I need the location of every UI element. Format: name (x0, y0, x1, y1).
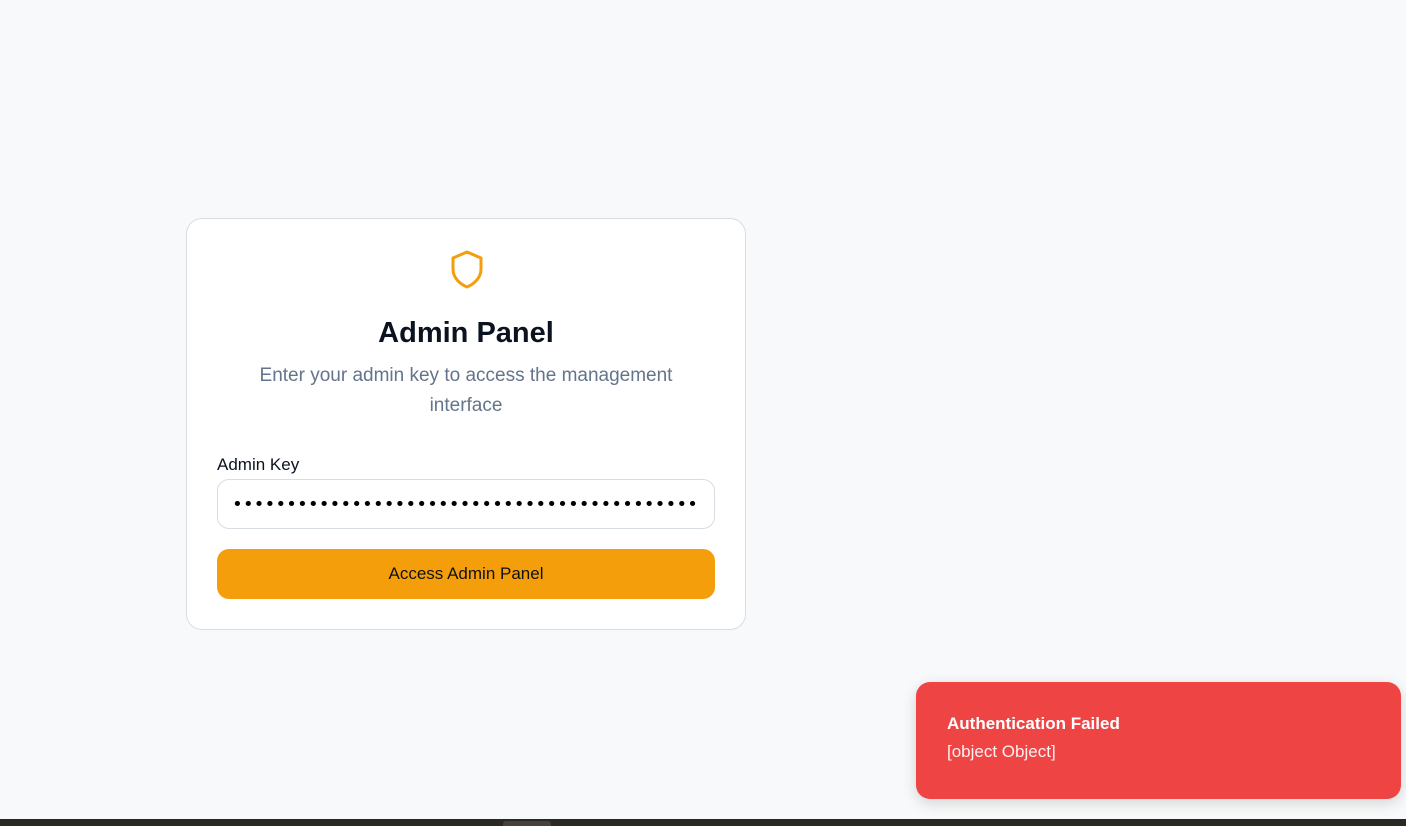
toast-title: Authentication Failed (947, 714, 1120, 733)
toast-message: [object Object] (947, 742, 1056, 761)
shield-icon (449, 249, 485, 289)
admin-login-page: Admin Panel Enter your admin key to acce… (0, 0, 1406, 826)
page-subtitle: Enter your admin key to access the manag… (259, 365, 673, 416)
admin-key-input[interactable]: ••••••••••••••••••••••••••••••••••••••••… (217, 479, 715, 529)
admin-key-masked-value: ••••••••••••••••••••••••••••••••••••••••… (232, 493, 700, 515)
bottom-bar (0, 819, 1406, 826)
error-toast[interactable]: Authentication Failed [object Object] (916, 682, 1401, 799)
bottom-handle (503, 821, 551, 826)
admin-key-label: Admin Key (217, 455, 300, 474)
page-title: Admin Panel (378, 317, 554, 349)
access-admin-panel-button[interactable]: Access Admin Panel (217, 549, 715, 599)
login-card: Admin Panel Enter your admin key to acce… (186, 218, 746, 630)
